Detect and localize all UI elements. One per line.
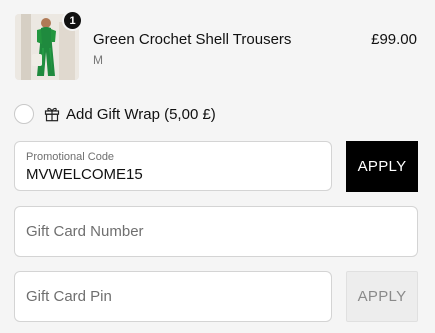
gift-card-pin-input[interactable] [15,272,331,321]
gift-wrap-label: Add Gift Wrap (5,00 £) [66,105,216,123]
checkout-summary: 1 Green Crochet Shell Trousers M £99.00 … [0,0,435,333]
gift-wrap-radio[interactable] [14,104,34,124]
product-variant: M [93,53,103,67]
quantity-badge: 1 [62,10,83,31]
gift-card-pin-field[interactable] [14,271,332,322]
apply-promo-button[interactable]: APPLY [346,141,418,192]
apply-gift-card-button[interactable]: APPLY [346,271,418,322]
gift-card-number-field[interactable] [14,206,418,257]
product-price: £99.00 [371,31,417,48]
gift-icon [44,106,60,122]
product-name: Green Crochet Shell Trousers [93,31,292,48]
promo-code-value[interactable]: MVWELCOME15 [26,166,143,183]
gift-card-number-input[interactable] [15,207,417,256]
gift-wrap-option[interactable]: Add Gift Wrap (5,00 £) [14,104,216,124]
promo-code-field[interactable]: Promotional Code MVWELCOME15 [14,141,332,191]
promo-code-label: Promotional Code [26,151,115,163]
